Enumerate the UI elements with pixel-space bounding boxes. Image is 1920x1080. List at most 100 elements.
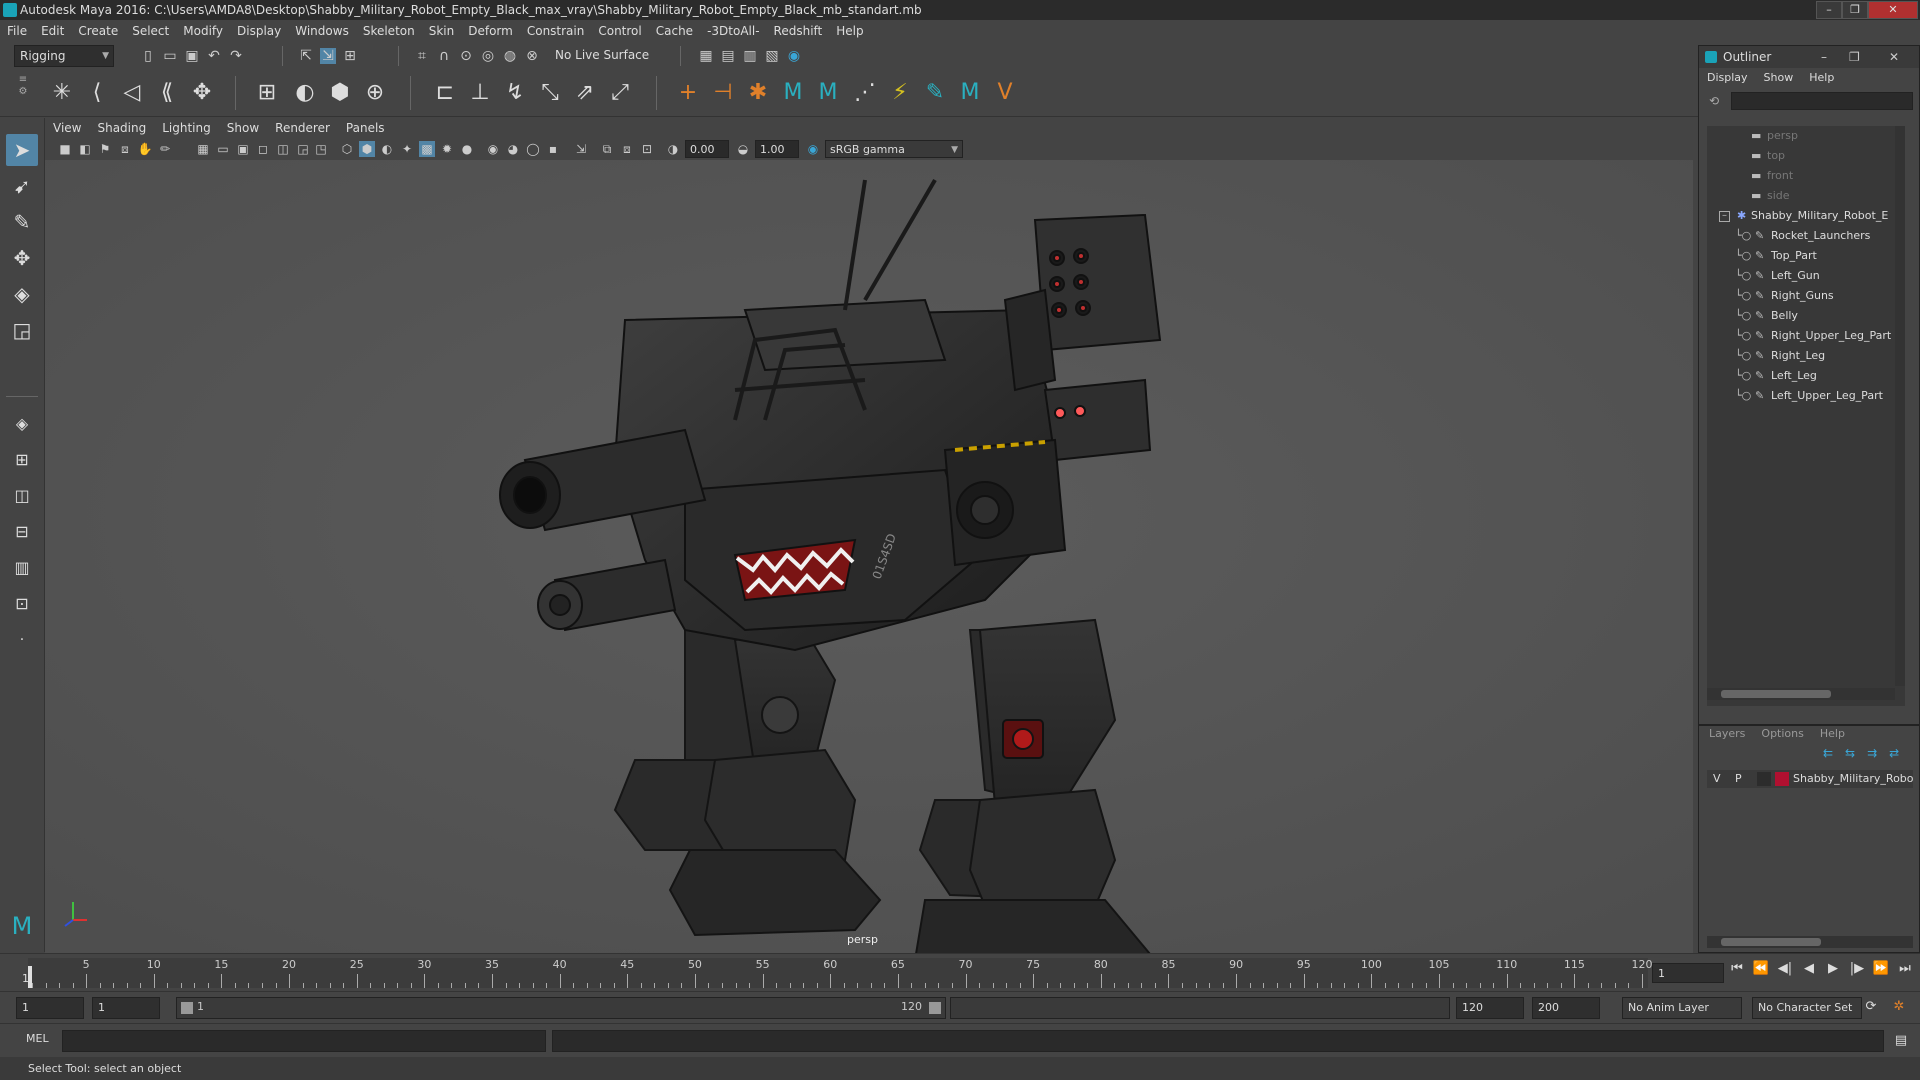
go-to-start-icon[interactable]: ⏮ xyxy=(1728,960,1746,978)
locator-icon[interactable]: + xyxy=(673,78,703,108)
layer-type-box[interactable] xyxy=(1757,772,1771,786)
filter-icon[interactable]: ⟲ xyxy=(1709,94,1723,108)
menu-redshift[interactable]: Redshift xyxy=(767,20,830,42)
bookmark-icon[interactable]: ⚑ xyxy=(97,141,113,157)
field-chart-icon[interactable]: ◫ xyxy=(275,141,291,157)
v-tool-icon[interactable]: V xyxy=(990,78,1020,108)
paint-weights-icon[interactable]: ◐ xyxy=(290,78,320,108)
grid-icon[interactable]: ▦ xyxy=(195,141,211,157)
lasso-tool-icon[interactable]: ➹ xyxy=(6,170,38,202)
menu-display[interactable]: Display xyxy=(230,20,288,42)
camera-attr-icon[interactable]: ◧ xyxy=(77,141,93,157)
joint-tool-icon[interactable]: ✳ xyxy=(47,78,77,108)
menu-file[interactable]: File xyxy=(0,20,34,42)
step-back-frame-icon[interactable]: ◀| xyxy=(1776,960,1794,978)
step-back-key-icon[interactable]: ⏪ xyxy=(1752,960,1770,978)
scale-tool-icon[interactable]: ◲ xyxy=(6,314,38,346)
smooth-shade-icon[interactable]: ⬢ xyxy=(359,141,375,157)
snap-view-icon[interactable]: ◎ xyxy=(480,48,496,64)
anim-prefs-icon[interactable]: ✲ xyxy=(1890,998,1908,1016)
menu-deform[interactable]: Deform xyxy=(461,20,520,42)
exposure-field[interactable]: 0.00 xyxy=(685,140,729,158)
playback-end-field[interactable]: 120 xyxy=(1456,997,1524,1019)
perspective-viewport[interactable]: 01S4SD persp xyxy=(45,160,1693,953)
skin-tool-icon[interactable]: ⚡ xyxy=(885,78,915,108)
lights-icon[interactable]: ✹ xyxy=(439,141,455,157)
four-pane-layout-icon[interactable]: ⊞ xyxy=(6,444,38,476)
scrollbar-thumb[interactable] xyxy=(1721,938,1821,946)
wireframe-icon[interactable]: ⬡ xyxy=(339,141,355,157)
constraint-pole-icon[interactable]: ⤢ xyxy=(605,78,635,108)
rotate-tool-icon[interactable]: ◈ xyxy=(6,278,38,310)
outliner-item-child[interactable]: └○ ✎ Right_Leg xyxy=(1707,346,1905,366)
render-settings-icon[interactable]: ▧ xyxy=(764,48,780,64)
outliner-menu-display[interactable]: Display xyxy=(1699,68,1756,88)
range-handle-start[interactable] xyxy=(181,1002,193,1014)
auto-key-icon[interactable]: ⟳ xyxy=(1862,998,1880,1016)
menu-skin[interactable]: Skin xyxy=(422,20,462,42)
render-view-icon[interactable]: ▦ xyxy=(698,48,714,64)
driven-key-icon[interactable]: ✱ xyxy=(743,78,773,108)
outliner-item-persp[interactable]: ▬ persp xyxy=(1707,126,1905,146)
constraint-point-icon[interactable]: ⊥ xyxy=(465,78,495,108)
grease-pencil-icon[interactable]: ✏ xyxy=(157,141,173,157)
more-layouts-icon[interactable]: · xyxy=(6,624,38,656)
snap-grid-icon[interactable]: ⌗ xyxy=(414,48,430,64)
move-tool-icon[interactable]: ✥ xyxy=(6,242,38,274)
viewport-menu-lighting[interactable]: Lighting xyxy=(154,118,219,138)
anti-alias-icon[interactable]: ◯ xyxy=(525,141,541,157)
command-language-label[interactable]: MEL xyxy=(26,1032,49,1045)
outliner-hscrollbar[interactable] xyxy=(1707,688,1895,700)
maya-script-icon-2[interactable]: M xyxy=(813,78,843,108)
script-editor-icon[interactable]: ▤ xyxy=(1892,1032,1910,1050)
layer-visibility-toggle[interactable]: V xyxy=(1713,770,1721,788)
animation-start-field[interactable]: 1 xyxy=(16,997,84,1019)
exposure-icon[interactable]: ◑ xyxy=(665,141,681,157)
outliner-vscrollbar[interactable] xyxy=(1895,126,1905,686)
xray-active-icon[interactable]: ⧈ xyxy=(619,141,635,157)
anim-layer-dropdown[interactable]: No Anim Layer▼ xyxy=(1622,997,1761,1019)
layer-name[interactable]: Shabby_Military_Robo xyxy=(1793,770,1914,788)
ik-spline-icon[interactable]: ◁ xyxy=(117,78,147,108)
constraint-scale-icon[interactable]: ⤡ xyxy=(535,78,565,108)
paint-select-icon[interactable]: ✎ xyxy=(6,206,38,238)
graph-layout-icon[interactable]: ▥ xyxy=(6,552,38,584)
outliner-item-child[interactable]: └○ ✎ Rocket_Launchers xyxy=(1707,226,1905,246)
outliner-item-child[interactable]: └○ ✎ Right_Guns xyxy=(1707,286,1905,306)
save-scene-icon[interactable]: ▣ xyxy=(184,48,200,64)
2d-pan-icon[interactable]: ✋ xyxy=(137,141,153,157)
lattice-icon[interactable]: ⬢ xyxy=(325,78,355,108)
step-forward-key-icon[interactable]: ⏩ xyxy=(1872,960,1890,978)
ik-handle-icon[interactable]: ⟨ xyxy=(82,78,112,108)
current-frame-field[interactable]: 1 xyxy=(1652,963,1724,983)
outliner-menu-help[interactable]: Help xyxy=(1801,68,1842,88)
viewport-menu-show[interactable]: Show xyxy=(219,118,267,138)
hypershade-icon[interactable]: ◉ xyxy=(786,48,802,64)
new-scene-icon[interactable]: ▯ xyxy=(140,48,156,64)
textured-icon[interactable]: ▩ xyxy=(419,141,435,157)
gamma-icon[interactable]: ◒ xyxy=(735,141,751,157)
outliner-search-input[interactable] xyxy=(1731,92,1913,110)
make-live-icon[interactable]: ⊗ xyxy=(524,48,540,64)
outliner-item-side[interactable]: ▬ side xyxy=(1707,186,1905,206)
maya-script-icon-1[interactable]: M xyxy=(778,78,808,108)
redo-icon[interactable]: ↷ xyxy=(228,48,244,64)
depth-of-field-icon[interactable]: ▪ xyxy=(545,141,561,157)
shelf-tabs-icon[interactable]: ≡ ⚙ xyxy=(16,74,30,112)
image-plane-icon[interactable]: ⧈ xyxy=(117,141,133,157)
range-handle-end[interactable] xyxy=(929,1002,941,1014)
constraint-orient-icon[interactable]: ↯ xyxy=(500,78,530,108)
layer-color-swatch[interactable] xyxy=(1775,772,1789,786)
humanik-icon[interactable]: ✥ xyxy=(187,78,217,108)
animation-end-field[interactable]: 200 xyxy=(1532,997,1600,1019)
open-scene-icon[interactable]: ▭ xyxy=(162,48,178,64)
time-ruler[interactable]: 1 5 10 15 20 25 30 35 40 45 50 55 60 65 70 75 80 85 90 95 1… xyxy=(22,958,1653,988)
select-object-icon[interactable]: ⇲ xyxy=(320,48,336,64)
scrollbar-thumb[interactable] xyxy=(1721,690,1831,698)
render-frame-icon[interactable]: ▤ xyxy=(720,48,736,64)
layer-menu-options[interactable]: Options xyxy=(1753,726,1811,742)
cluster-icon[interactable]: ⊕ xyxy=(360,78,390,108)
outliner-item-child[interactable]: └○ ✎ Left_Leg xyxy=(1707,366,1905,386)
camera-select-icon[interactable]: ■ xyxy=(57,141,73,157)
layer-menu-help[interactable]: Help xyxy=(1812,726,1853,742)
